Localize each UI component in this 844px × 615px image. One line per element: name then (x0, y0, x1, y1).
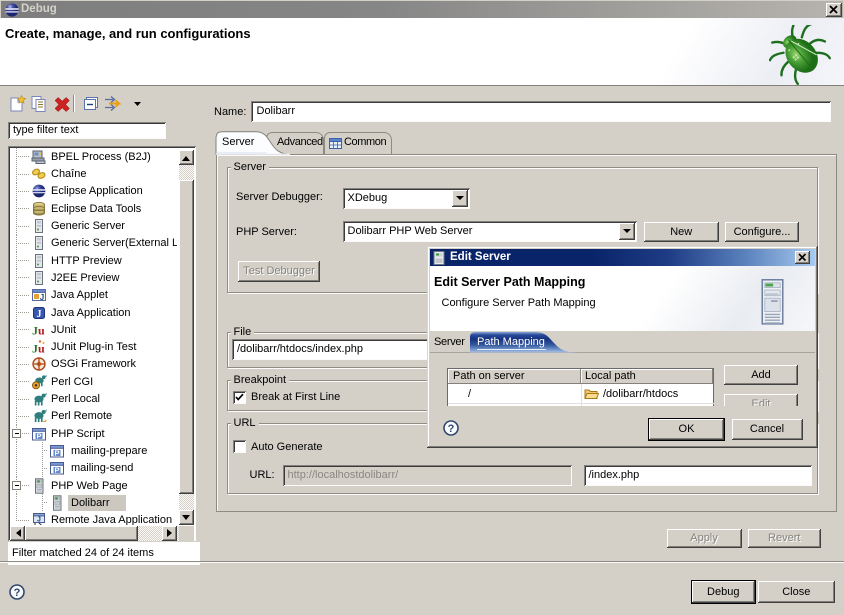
svg-text:?: ? (448, 423, 455, 435)
svg-text:P: P (36, 431, 41, 440)
svg-text:?: ? (14, 587, 21, 599)
svg-text:J: J (37, 309, 42, 320)
svg-text:P: P (54, 466, 59, 475)
svg-text:P: P (54, 448, 59, 457)
svg-text:J: J (37, 517, 41, 524)
svg-text:J: J (40, 293, 44, 302)
svg-text:u: u (38, 323, 45, 337)
